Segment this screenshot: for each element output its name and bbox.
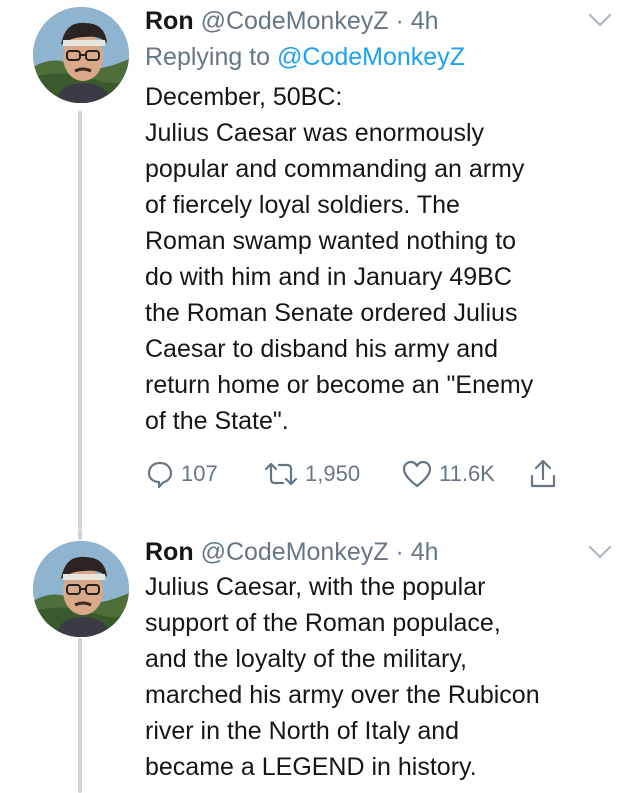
- retweet-button[interactable]: 1,950: [263, 458, 360, 490]
- author-handle[interactable]: @CodeMonkeyZ: [201, 538, 389, 566]
- reply-button[interactable]: 107: [145, 458, 218, 490]
- tweet-text: Julius Caesar, with the popular support …: [145, 573, 540, 781]
- thread-line: [78, 111, 82, 530]
- tweet[interactable]: Ron @CodeMonkeyZ · 4h Replying to @CodeM…: [0, 0, 640, 530]
- author-name[interactable]: Ron: [145, 7, 194, 35]
- chevron-down-icon[interactable]: [588, 12, 612, 28]
- tweet-time[interactable]: 4h: [411, 538, 439, 566]
- tweet-content: Ron @CodeMonkeyZ · 4h Replying to @CodeM…: [145, 5, 620, 439]
- replying-to-handle[interactable]: @CodeMonkeyZ: [277, 43, 465, 71]
- avatar[interactable]: [33, 7, 129, 103]
- heart-outline-icon: [402, 460, 432, 488]
- share-upload-icon: [530, 459, 556, 488]
- author-name[interactable]: Ron: [145, 538, 194, 566]
- retweet-count: 1,950: [305, 461, 361, 486]
- replying-to: Replying to @CodeMonkeyZ: [145, 41, 620, 73]
- tweet-time[interactable]: 4h: [411, 7, 439, 35]
- avatar[interactable]: [33, 541, 129, 637]
- avatar-photo: [33, 541, 129, 637]
- thread-line: [78, 530, 82, 540]
- tweet[interactable]: Ron @CodeMonkeyZ · 4h Julius Caesar, wit…: [0, 530, 640, 793]
- separator-dot: ·: [395, 7, 404, 35]
- tweet-header: Ron @CodeMonkeyZ · 4h: [145, 536, 620, 568]
- reply-count: 107: [181, 461, 218, 486]
- like-count: 11.6K: [439, 461, 495, 486]
- tweet-content: Ron @CodeMonkeyZ · 4h Julius Caesar, wit…: [145, 536, 620, 785]
- thread-line: [78, 638, 82, 793]
- avatar-photo: [33, 7, 129, 103]
- replying-to-label: Replying to: [145, 43, 271, 71]
- share-button[interactable]: [528, 458, 558, 490]
- tweet-text: December, 50BC: Julius Caesar was enormo…: [145, 83, 534, 435]
- retweet-arrows-icon: [264, 462, 298, 486]
- chevron-down-icon[interactable]: [588, 544, 612, 560]
- tweet-header: Ron @CodeMonkeyZ · 4h: [145, 5, 620, 37]
- like-button[interactable]: 11.6K: [401, 458, 495, 490]
- separator-dot: ·: [395, 538, 404, 566]
- speech-bubble-icon: [147, 461, 173, 489]
- author-handle[interactable]: @CodeMonkeyZ: [201, 7, 389, 35]
- tweet-actions: 107 1,950 11.6K: [145, 458, 605, 490]
